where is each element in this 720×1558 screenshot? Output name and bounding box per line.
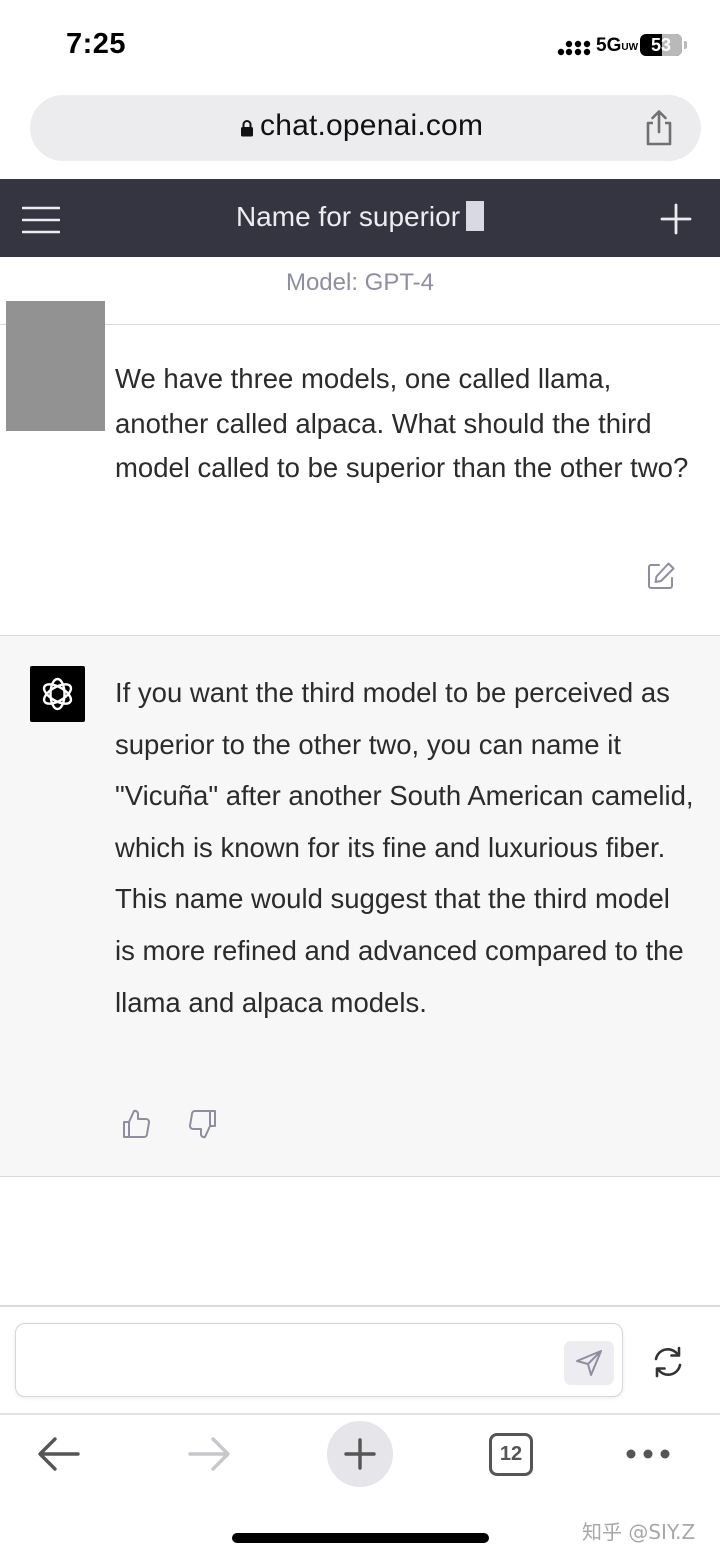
battery-icon: 53	[640, 34, 682, 56]
lock-icon	[241, 120, 253, 137]
battery-nub	[684, 41, 687, 49]
edit-icon[interactable]	[646, 561, 676, 591]
url-text: chat.openai.com	[260, 109, 484, 142]
chat-header: Name for superior	[0, 179, 720, 257]
status-bar: 7:25 5GUW 53	[0, 0, 720, 88]
user-message: We have three models, one called llama, …	[0, 301, 720, 636]
new-tab-button[interactable]	[327, 1421, 393, 1487]
battery-level: 53	[650, 35, 672, 55]
assistant-message: If you want the third model to be percei…	[0, 636, 720, 1177]
more-icon[interactable]	[624, 1444, 672, 1464]
watermark: 知乎 @SIY.Z	[582, 1520, 696, 1544]
composer-divider	[0, 1305, 720, 1307]
send-icon	[576, 1350, 602, 1376]
back-arrow-icon[interactable]	[36, 1434, 82, 1474]
plus-icon[interactable]	[660, 203, 692, 235]
chat-title: Name for superior	[235, 201, 461, 232]
openai-logo-icon	[30, 666, 85, 722]
model-label: Model: GPT-4	[285, 269, 435, 296]
assistant-message-text: If you want the third model to be percei…	[115, 677, 694, 1018]
send-button[interactable]	[564, 1341, 614, 1385]
user-avatar	[6, 301, 105, 431]
user-message-text: We have three models, one called llama, …	[115, 363, 689, 483]
thumbs-up-icon[interactable]	[120, 1108, 152, 1140]
message-composer	[15, 1323, 623, 1397]
plus-icon	[344, 1438, 376, 1470]
share-icon[interactable]	[643, 109, 675, 147]
status-time: 7:25	[66, 28, 127, 60]
address-bar[interactable]: chat.openai.com	[30, 95, 701, 161]
forward-arrow-icon[interactable]	[186, 1434, 232, 1474]
typing-cursor	[466, 201, 485, 231]
home-indicator	[232, 1533, 489, 1543]
message-input[interactable]	[30, 1342, 550, 1378]
model-info-bar: Model: GPT-4	[0, 257, 720, 325]
regenerate-icon[interactable]	[650, 1344, 686, 1380]
network-type: 5GUW	[596, 35, 639, 56]
browser-toolbar-divider	[0, 1413, 720, 1415]
signal-strength-icon	[557, 40, 591, 56]
tab-count-button[interactable]: 12	[489, 1433, 533, 1476]
thumbs-down-icon[interactable]	[187, 1108, 219, 1140]
